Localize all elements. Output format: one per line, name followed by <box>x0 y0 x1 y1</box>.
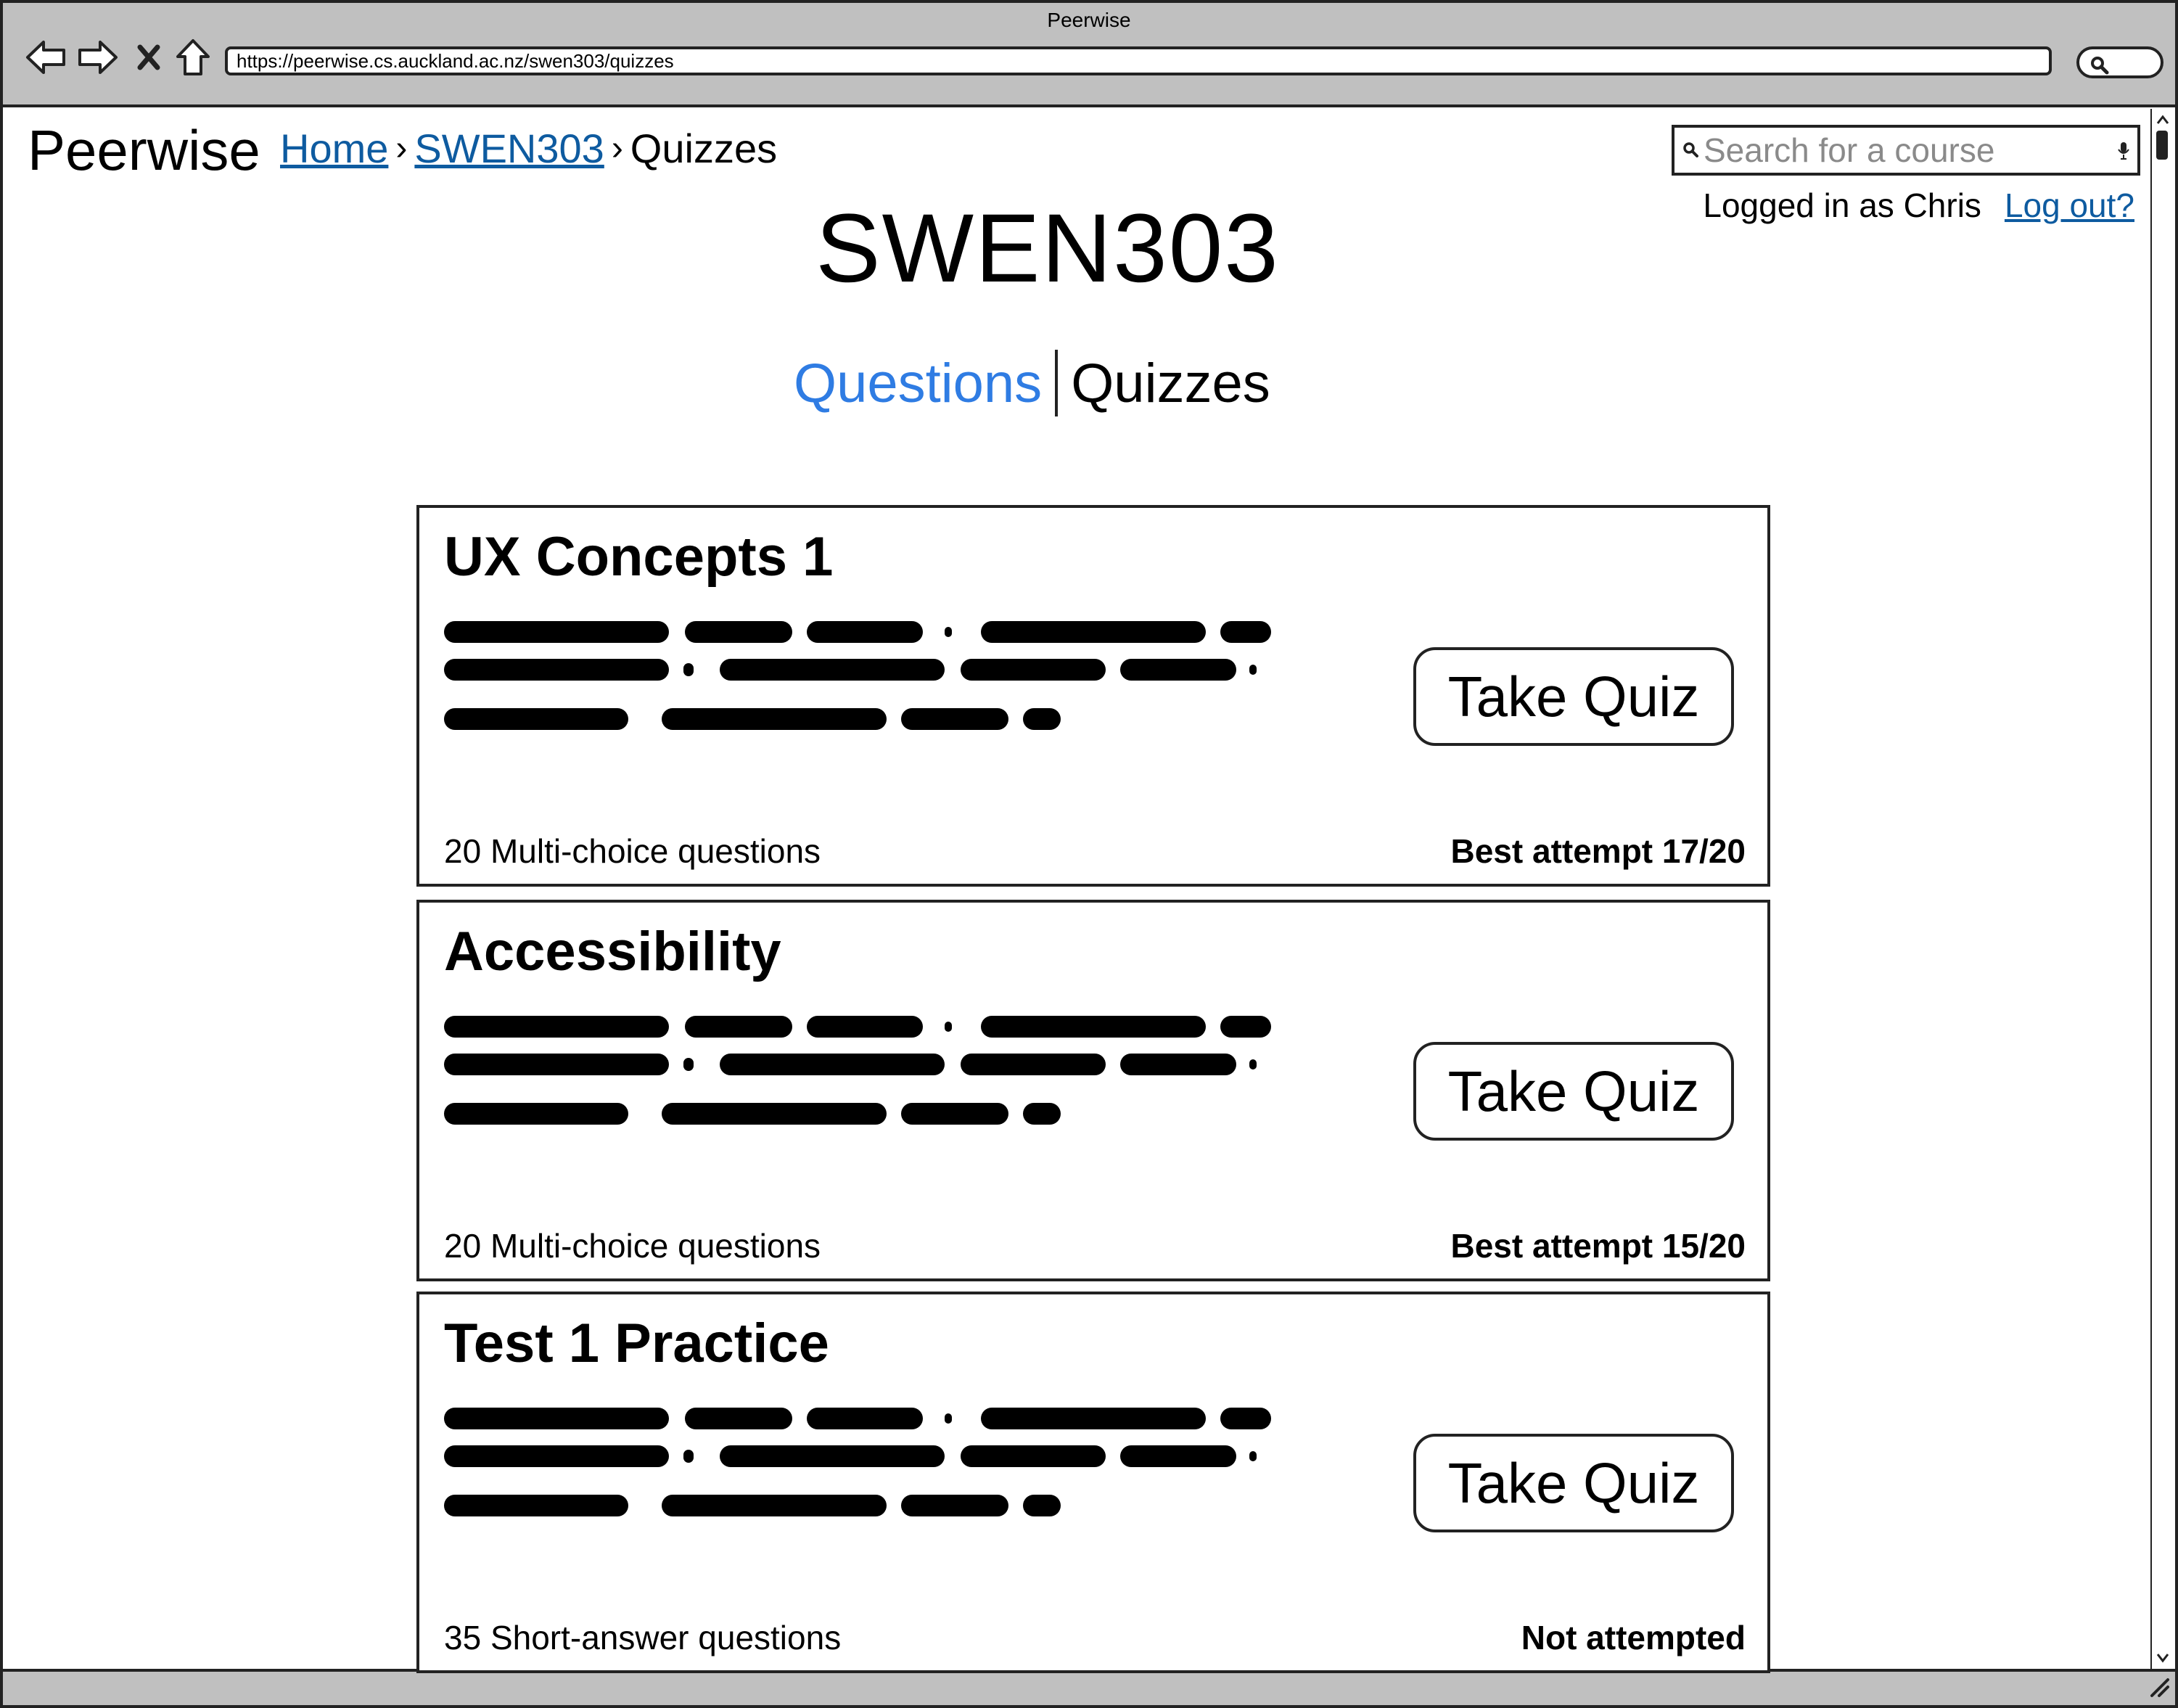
take-quiz-button[interactable]: Take Quiz <box>1413 647 1734 746</box>
search-icon <box>2091 57 2109 75</box>
quiz-card: UX Concepts 1 Take Quiz 20 Multi-choice … <box>416 505 1770 887</box>
breadcrumb-separator: › <box>395 129 408 168</box>
quiz-question-count: 35 Short-answer questions <box>444 1619 842 1656</box>
breadcrumb-course-link[interactable]: SWEN303 <box>414 125 604 172</box>
take-quiz-button[interactable]: Take Quiz <box>1413 1042 1734 1141</box>
quiz-title: Accessibility <box>444 921 781 982</box>
breadcrumb-current: Quizzes <box>630 126 778 171</box>
browser-window: Peerwise https://peerwise.cs.auckland.ac… <box>0 0 2178 1708</box>
quiz-attempt-status: Best attempt 17/20 <box>1450 832 1746 870</box>
quiz-question-count: 20 Multi-choice questions <box>444 832 821 870</box>
url-bar[interactable]: https://peerwise.cs.auckland.ac.nz/swen3… <box>225 46 2052 75</box>
course-search <box>1672 125 2140 176</box>
microphone-icon[interactable] <box>2117 141 2130 165</box>
breadcrumb-home-link[interactable]: Home <box>280 125 388 172</box>
forward-arrow-icon[interactable] <box>75 32 120 83</box>
redacted-description-placeholder <box>444 1408 1271 1516</box>
tab-bar: Questions Quizzes <box>794 350 1270 416</box>
tab-quizzes[interactable]: Quizzes <box>1071 352 1270 415</box>
quiz-attempt-status: Best attempt 15/20 <box>1450 1227 1746 1265</box>
page-title: SWEN303 <box>815 194 1280 303</box>
browser-search-box[interactable] <box>2076 46 2163 78</box>
quiz-card: Accessibility Take Quiz 20 Multi-choice … <box>416 900 1770 1281</box>
back-arrow-icon[interactable] <box>23 32 68 83</box>
breadcrumb-separator: › <box>611 129 623 168</box>
quiz-title: UX Concepts 1 <box>444 526 834 588</box>
resize-grip-icon[interactable] <box>2146 1674 2171 1702</box>
tab-divider <box>1055 350 1059 416</box>
redacted-description-placeholder <box>444 621 1271 730</box>
course-search-input[interactable] <box>1704 131 2095 170</box>
quiz-title: Test 1 Practice <box>444 1313 829 1374</box>
redacted-description-placeholder <box>444 1016 1271 1125</box>
quiz-question-count: 20 Multi-choice questions <box>444 1227 821 1265</box>
quiz-card: Test 1 Practice Take Quiz 35 Short-answe… <box>416 1292 1770 1673</box>
take-quiz-button[interactable]: Take Quiz <box>1413 1434 1734 1532</box>
window-title: Peerwise <box>1047 9 1131 31</box>
vertical-scrollbar[interactable] <box>2150 109 2174 1669</box>
scroll-down-arrow-icon[interactable] <box>2155 1650 2171 1666</box>
scrollbar-thumb[interactable] <box>2156 131 2168 160</box>
home-icon[interactable] <box>173 32 213 83</box>
stop-icon[interactable] <box>133 32 164 83</box>
search-icon <box>1679 141 1704 159</box>
breadcrumb: Home › SWEN303 › Quizzes <box>280 125 777 172</box>
status-bar <box>3 1669 2175 1705</box>
browser-chrome: Peerwise https://peerwise.cs.auckland.ac… <box>3 3 2175 107</box>
quiz-attempt-status: Not attempted <box>1521 1619 1746 1656</box>
scroll-up-arrow-icon[interactable] <box>2155 112 2171 128</box>
brand-logo[interactable]: Peerwise <box>28 118 260 184</box>
tab-questions[interactable]: Questions <box>794 352 1042 415</box>
